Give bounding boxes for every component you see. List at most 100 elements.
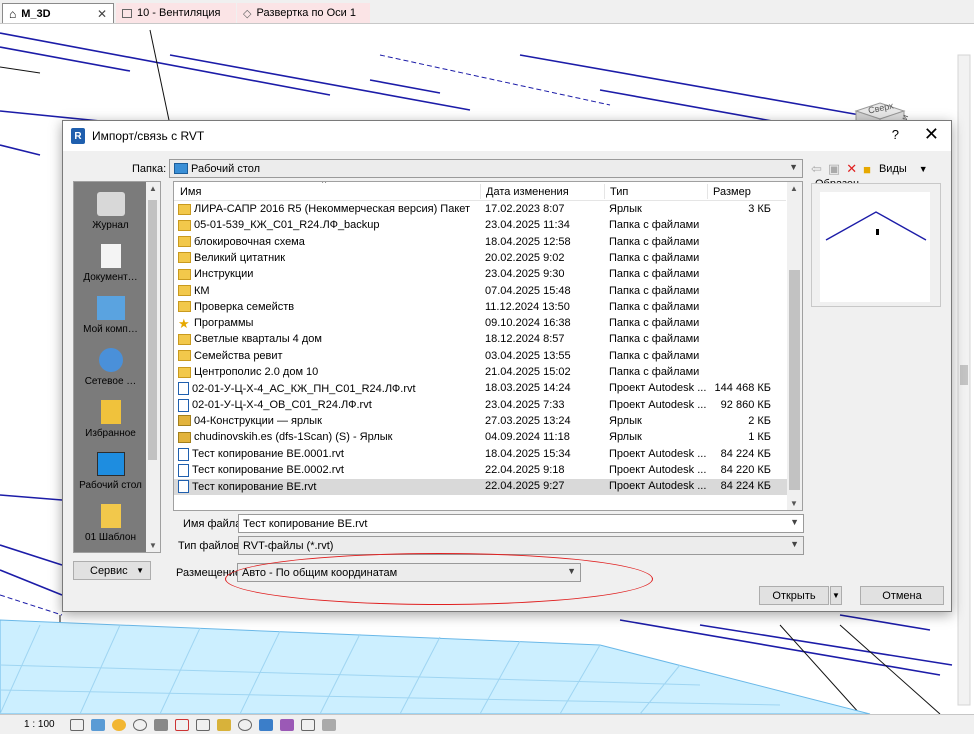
delete-icon[interactable]: ✕ [846,161,857,177]
render-icon[interactable] [154,718,168,731]
file-name-cell: Великий цитатник [178,252,478,264]
file-list-scrollbar[interactable]: ▲ ▼ [787,182,802,510]
place-label: Мой комп… [83,324,138,335]
place-template-folder[interactable]: 01 Шаблон [74,498,147,550]
worksharing-icon[interactable] [280,718,294,731]
places-scrollbar[interactable]: ▲ ▼ [146,182,160,552]
file-date: 18.12.2024 8:57 [485,333,565,346]
reveal-hidden-icon[interactable] [259,718,273,731]
file-row[interactable]: Семейства ревит 03.04.2025 13:55 Папка с ф… [174,349,788,365]
file-row[interactable]: Проверка семейств 11.12.2024 13:50 Папка с… [174,300,788,316]
dialog-toolbar: ⇦ ▣ ✕ ■ Виды ▼ [811,159,928,179]
file-row[interactable]: 04-Конструкции — ярлык 27.03.2025 13:24 Яр… [174,414,788,430]
scroll-down-icon[interactable]: ▼ [787,499,801,508]
visual-style-icon[interactable] [91,718,105,731]
highlight-displacement-icon[interactable] [322,718,336,731]
file-type: Папка с файлами [609,235,700,248]
file-row[interactable]: Тест копирование ВЕ.0002.rvt 22.04.2025 9… [174,463,788,479]
file-row[interactable]: chudinovskih.es (dfs-1Scan) (S) - Ярлык 0… [174,430,788,446]
scroll-down-icon[interactable]: ▼ [146,541,160,550]
rvt-file-icon [178,463,189,477]
file-name-cell: 05-01-539_КЖ_С01_R24.ЛФ_backup [178,219,478,231]
placement-select[interactable]: Авто - По общим координатам ▼ [237,563,581,582]
crop-view-icon[interactable] [175,718,189,731]
close-tab-icon[interactable]: ✕ [97,7,107,21]
place-my-computer[interactable]: Мой комп… [74,290,147,342]
file-row[interactable]: Центрополис 2.0 дом 10 21.04.2025 15:02 Па… [174,365,788,381]
new-folder-icon[interactable]: ■ [863,162,871,177]
file-name: Тест копирование ВЕ.0001.rvt [192,448,344,460]
open-button[interactable]: Открыть [759,586,829,605]
open-options-button[interactable]: ▼ [830,586,842,605]
file-type: Ярлык [609,203,642,215]
place-documents[interactable]: Документ… [74,238,147,290]
views-chevron-down-icon[interactable]: ▼ [919,164,928,174]
file-name: Светлые кварталы 4 дом [194,333,322,346]
file-row[interactable]: Тест копирование ВЕ.rvt 22.04.2025 9:27 Пр… [174,479,788,496]
place-favorites[interactable]: Избранное [74,394,147,446]
file-name: Тест копирование ВЕ.0002.rvt [192,464,344,477]
sun-path-icon[interactable] [112,718,126,731]
chevron-down-icon: ▼ [789,162,798,172]
elevation-icon: ◇ [243,7,252,20]
scrollbar-thumb[interactable] [789,270,800,490]
analytical-model-icon[interactable] [301,718,315,731]
up-folder-icon[interactable]: ▣ [828,161,840,177]
folder-icon [100,504,121,528]
detail-level-icon[interactable] [70,718,84,731]
place-history[interactable]: Журнал [74,186,147,238]
filetype-select[interactable]: RVT-файлы (*.rvt) ▼ [238,536,804,555]
import-link-rvt-dialog: R Импорт/связь с RVT ? ✕ Папка: Рабочий … [62,120,952,612]
crop-region-icon[interactable] [196,718,210,731]
file-name: Программы [194,317,254,330]
column-size[interactable]: Размер [713,186,751,198]
chevron-down-icon[interactable]: ▼ [790,517,799,527]
place-desktop[interactable]: Рабочий стол [74,446,147,498]
file-row[interactable]: 05-01-539_КЖ_С01_R24.ЛФ_backup 23.04.2025… [174,218,788,234]
filename-input[interactable]: Тест копирование ВЕ.rvt ▼ [238,514,804,533]
column-type[interactable]: Тип [610,186,628,198]
tab-elevation[interactable]: ◇ Развертка по Оси 1 [237,3,370,23]
cancel-button[interactable]: Отмена [860,586,944,605]
file-name-cell: Центрополис 2.0 дом 10 [178,366,478,378]
back-arrow-icon[interactable]: ⇦ [811,161,822,177]
file-row[interactable]: 02-01-У-Ц-Х-4_ОВ_С01_R24.ЛФ.rvt 23.04.202… [174,398,788,414]
file-date: 27.03.2025 13:24 [485,414,571,427]
column-date[interactable]: Дата изменения [486,186,569,198]
file-row[interactable]: Великий цитатник 20.02.2025 9:02 Папка с ф… [174,251,788,267]
column-divider[interactable] [604,184,605,199]
file-row[interactable]: Тест копирование ВЕ.0001.rvt 18.04.2025 1… [174,447,788,463]
tab-3d-view[interactable]: ⌂ M_3D ✕ [2,3,114,23]
folder-combobox[interactable]: Рабочий стол ▼ [169,159,803,178]
documents-icon [100,244,121,268]
help-button[interactable]: ? [892,127,899,142]
file-type: Папка с файлами [609,317,700,330]
column-divider[interactable] [707,184,708,199]
file-row[interactable]: ★ Программы 09.10.2024 16:38 Папка с файлам… [174,316,788,332]
scrollbar-thumb[interactable] [148,200,157,460]
file-row[interactable]: ЛИРА-САПР 2016 R5 (Некоммерческая версия… [174,202,788,218]
file-row[interactable]: КМ 07.04.2025 15:48 Папка с файлами [174,284,788,300]
scroll-up-icon[interactable]: ▲ [146,184,160,193]
file-row[interactable]: 02-01-У-Ц-Х-4_АС_КЖ_ПН_С01_R24.ЛФ.rvt 18.… [174,381,788,397]
close-dialog-button[interactable]: ✕ [924,124,939,145]
service-button[interactable]: Сервис ▼ [73,561,151,580]
scroll-up-icon[interactable]: ▲ [787,184,801,193]
file-row[interactable]: Светлые кварталы 4 дом 18.12.2024 8:57 Пап… [174,332,788,348]
place-network[interactable]: Сетевое … [74,342,147,394]
file-row[interactable]: Инструкции 23.04.2025 9:30 Папка с файлами [174,267,788,283]
view-scale[interactable]: 1 : 100 [0,719,70,730]
tab-ventilation-plan[interactable]: 10 - Вентиляция [116,3,236,23]
file-row[interactable]: блокировочная схема 18.04.2025 12:58 Папка… [174,235,788,251]
file-name-cell: 02-01-У-Ц-Х-4_АС_КЖ_ПН_С01_R24.ЛФ.rvt [178,382,478,396]
column-name[interactable]: Имя [180,186,201,198]
column-divider[interactable] [480,184,481,199]
rvt-file-icon [178,480,189,494]
shadows-icon[interactable] [133,718,147,731]
folder-icon [178,333,191,345]
lock-view-icon[interactable] [217,718,231,731]
temporary-hide-icon[interactable] [238,718,252,731]
file-name: Тест копирование ВЕ.rvt [192,480,317,493]
views-menu-button[interactable]: Виды [879,163,907,175]
computer-icon [96,296,125,320]
